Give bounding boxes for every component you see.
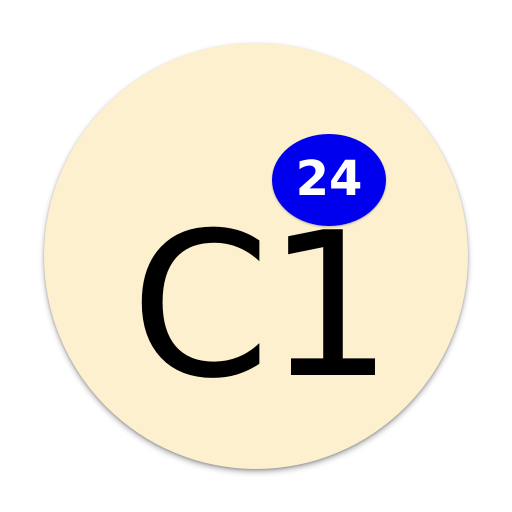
notification-count-badge: 24 [272, 134, 386, 226]
canvas: C1 24 [0, 0, 512, 512]
icon-label: C1 [130, 190, 394, 423]
badge-count: 24 [295, 151, 363, 207]
app-icon[interactable]: C1 [44, 43, 468, 469]
